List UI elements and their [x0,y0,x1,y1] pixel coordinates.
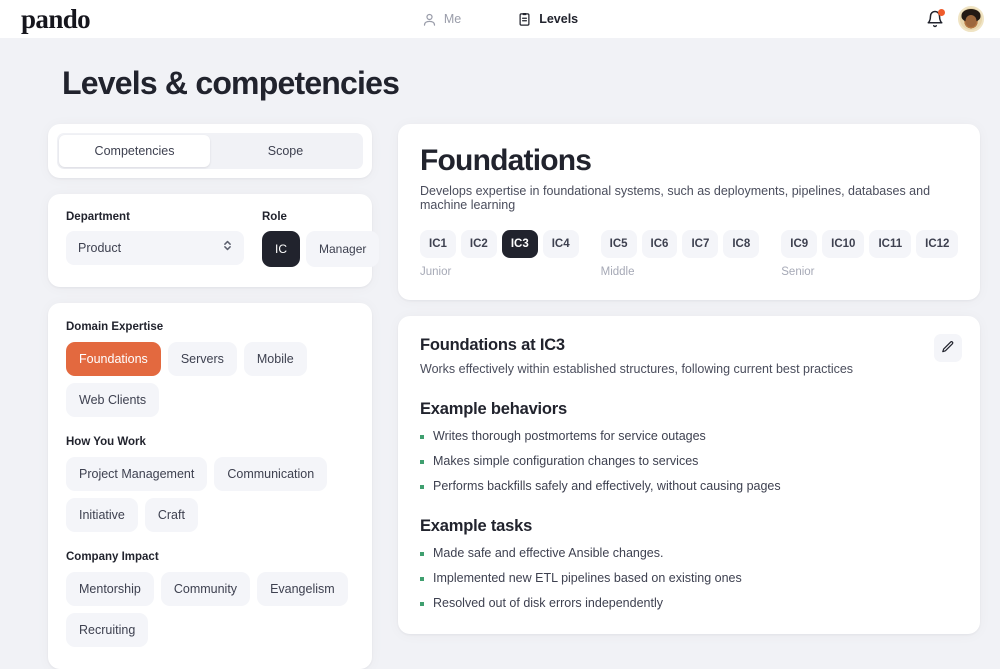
chip-recruiting[interactable]: Recruiting [66,613,148,647]
level-selector: IC1 IC2 IC3 IC4 Junior IC5 IC6 IC7 IC8 [420,230,958,278]
example-behaviors-list: Writes thorough postmortems for service … [420,429,958,493]
chip-web-clients[interactable]: Web Clients [66,383,159,417]
competency-groups-card: Domain Expertise Foundations Servers Mob… [48,303,372,669]
detail-description: Works effectively within established str… [420,362,958,376]
role-field: Role IC Manager [262,211,379,267]
content-columns: Competencies Scope Department Product [48,124,952,669]
page-container: Levels & competencies Competencies Scope… [0,65,1000,669]
role-button-ic[interactable]: IC [262,231,300,267]
level-group-middle: IC5 IC6 IC7 IC8 Middle [601,230,760,278]
level-pill-ic6[interactable]: IC6 [642,230,678,258]
chip-initiative[interactable]: Initiative [66,498,138,532]
chip-community[interactable]: Community [161,572,250,606]
nav-right-actions [926,6,984,32]
role-toggle-group: IC Manager [262,231,379,267]
role-button-manager[interactable]: Manager [306,231,379,267]
top-navigation-bar: pando Me Levels [0,0,1000,38]
view-tabs: Competencies Scope [57,133,363,169]
avatar-face [966,15,977,27]
nav-item-me[interactable]: Me [422,12,461,27]
tab-scope[interactable]: Scope [210,135,361,167]
competency-heading: Foundations [420,144,958,178]
list-item: Resolved out of disk errors independentl… [420,596,958,610]
nav-item-me-label: Me [444,12,461,26]
primary-nav: Me Levels [0,12,1000,27]
list-item: Made safe and effective Ansible changes. [420,546,958,560]
chip-row-domain-expertise: Foundations Servers Mobile Web Clients [66,342,354,417]
chip-communication[interactable]: Communication [214,457,327,491]
level-group-senior: IC9 IC10 IC11 IC12 Senior [781,230,958,278]
pencil-icon [941,340,955,357]
competency-description: Develops expertise in foundational syste… [420,184,958,212]
competency-header-card: Foundations Develops expertise in founda… [398,124,980,300]
user-icon [422,12,437,27]
group-label-company-impact: Company Impact [66,551,354,563]
level-pills-junior: IC1 IC2 IC3 IC4 [420,230,579,258]
tier-label-middle: Middle [601,266,760,278]
level-pill-ic9[interactable]: IC9 [781,230,817,258]
level-pill-ic10[interactable]: IC10 [822,230,864,258]
tier-label-senior: Senior [781,266,958,278]
notification-badge-dot [938,9,945,16]
level-detail-card: Foundations at IC3 Works effectively wit… [398,316,980,634]
level-pill-ic8[interactable]: IC8 [723,230,759,258]
level-pills-middle: IC5 IC6 IC7 IC8 [601,230,760,258]
page-title: Levels & competencies [62,65,952,102]
level-pill-ic11[interactable]: IC11 [869,230,911,258]
level-pill-ic5[interactable]: IC5 [601,230,637,258]
chip-row-how-you-work: Project Management Communication Initiat… [66,457,354,532]
list-item: Makes simple configuration changes to se… [420,454,958,468]
chip-servers[interactable]: Servers [168,342,237,376]
nav-item-levels-label: Levels [539,12,578,26]
filters-card: Department Product Role [48,194,372,287]
level-pill-ic1[interactable]: IC1 [420,230,456,258]
level-pill-ic7[interactable]: IC7 [682,230,718,258]
chip-mobile[interactable]: Mobile [244,342,307,376]
chip-foundations[interactable]: Foundations [66,342,161,376]
section-heading-example-behaviors: Example behaviors [420,400,958,419]
group-label-domain-expertise: Domain Expertise [66,321,354,333]
level-pill-ic12[interactable]: IC12 [916,230,958,258]
section-heading-example-tasks: Example tasks [420,517,958,536]
chip-project-management[interactable]: Project Management [66,457,207,491]
list-item: Implemented new ETL pipelines based on e… [420,571,958,585]
role-label: Role [262,211,379,223]
view-tabs-card: Competencies Scope [48,124,372,178]
main-column: Foundations Develops expertise in founda… [398,124,980,634]
notifications-button[interactable] [926,10,944,28]
chip-craft[interactable]: Craft [145,498,198,532]
level-pills-senior: IC9 IC10 IC11 IC12 [781,230,958,258]
tier-label-junior: Junior [420,266,579,278]
chip-row-company-impact: Mentorship Community Evangelism Recruiti… [66,572,354,647]
level-group-junior: IC1 IC2 IC3 IC4 Junior [420,230,579,278]
detail-title: Foundations at IC3 [420,336,958,355]
group-label-how-you-work: How You Work [66,436,354,448]
department-label: Department [66,211,244,223]
level-pill-ic3[interactable]: IC3 [502,230,538,258]
level-pill-ic2[interactable]: IC2 [461,230,497,258]
tab-competencies[interactable]: Competencies [59,135,210,167]
bell-icon [926,15,944,32]
level-pill-ic4[interactable]: IC4 [543,230,579,258]
department-field: Department Product [66,211,244,267]
department-select-wrap: Product [66,231,244,265]
department-select[interactable]: Product [66,231,244,265]
list-item: Writes thorough postmortems for service … [420,429,958,443]
nav-item-levels[interactable]: Levels [517,12,578,27]
chip-evangelism[interactable]: Evangelism [257,572,348,606]
clipboard-icon [517,12,532,27]
edit-button[interactable] [934,334,962,362]
example-tasks-list: Made safe and effective Ansible changes.… [420,546,958,610]
user-avatar[interactable] [958,6,984,32]
list-item: Performs backfills safely and effectivel… [420,479,958,493]
sidebar-column: Competencies Scope Department Product [48,124,372,669]
chip-mentorship[interactable]: Mentorship [66,572,154,606]
brand-logo[interactable]: pando [21,6,90,33]
